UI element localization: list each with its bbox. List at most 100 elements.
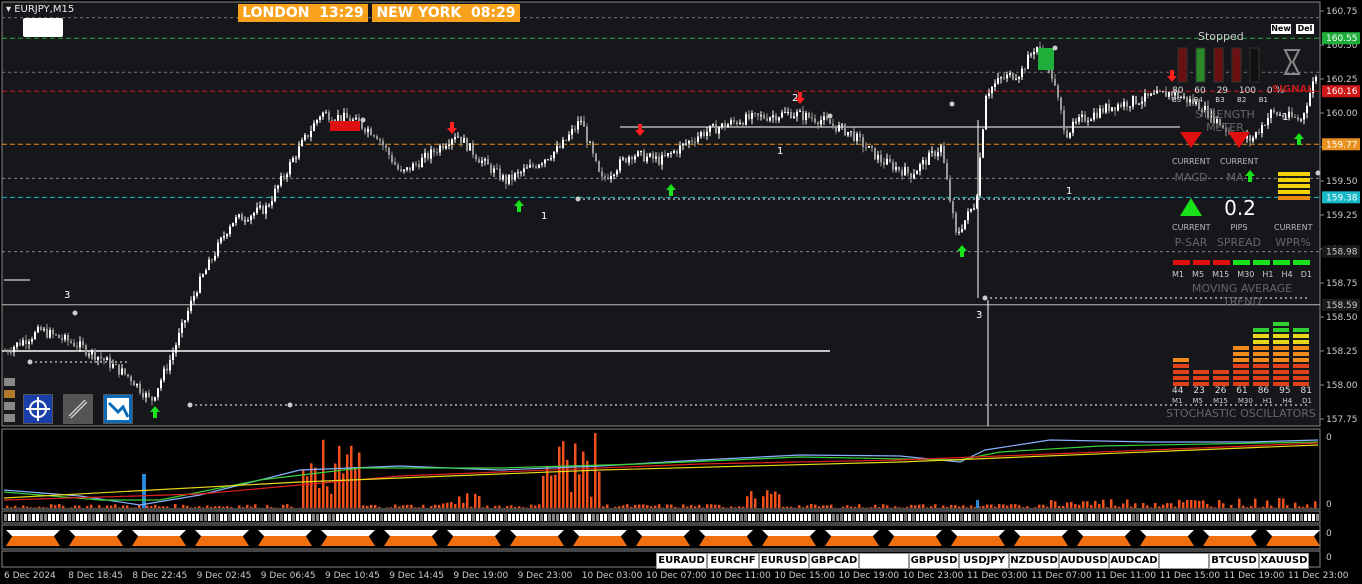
ma-trend-cell xyxy=(1293,260,1310,265)
strip-cell xyxy=(1276,514,1279,521)
volume-bar xyxy=(90,504,93,508)
strip-cell xyxy=(96,514,99,521)
strip-cell xyxy=(796,514,799,521)
candle-body xyxy=(40,327,42,331)
crosshair-icon[interactable] xyxy=(23,394,53,424)
candle-body xyxy=(112,364,114,368)
candle-body xyxy=(268,205,270,207)
volume-bar xyxy=(642,504,645,508)
volume-bar xyxy=(562,441,565,508)
color-swatch-3[interactable] xyxy=(4,402,15,410)
volume-bar xyxy=(1038,504,1041,508)
strip-cell xyxy=(1212,514,1215,521)
strength-bar xyxy=(1249,47,1260,83)
strip-cell xyxy=(884,514,887,521)
strip-cell xyxy=(228,514,231,521)
strip-cell xyxy=(636,514,639,521)
color-swatch-1[interactable] xyxy=(4,378,15,386)
chart-canvas[interactable]: 160.75160.50160.25160.00159.75159.50159.… xyxy=(0,0,1362,584)
del-button[interactable]: Del xyxy=(1296,24,1314,34)
candle-body xyxy=(85,345,87,355)
blank-button[interactable] xyxy=(23,18,63,37)
candle-body xyxy=(958,231,960,233)
volume-bar xyxy=(850,506,853,508)
candle-body xyxy=(367,128,369,133)
volume-bar xyxy=(1082,501,1085,508)
pair-button[interactable]: XAUUSD xyxy=(1259,553,1309,569)
volume-bar xyxy=(202,507,205,508)
candle-body xyxy=(745,114,747,125)
strip-cell xyxy=(1188,514,1191,521)
volume-bar xyxy=(926,507,929,508)
strip-cell xyxy=(1108,514,1111,521)
pair-button[interactable]: NZDUSD xyxy=(1009,553,1059,569)
pair-button[interactable]: AUDUSD xyxy=(1059,553,1109,569)
volume-bar xyxy=(58,504,61,508)
candle-body xyxy=(133,381,135,386)
pair-button[interactable]: GBPCAD xyxy=(809,553,859,569)
volume-bar xyxy=(1146,505,1149,508)
pair-button[interactable] xyxy=(1159,553,1209,569)
new-button[interactable]: New xyxy=(1271,24,1291,34)
candle-body xyxy=(466,138,468,151)
candle-body xyxy=(22,340,24,346)
pair-button[interactable]: USDJPY xyxy=(959,553,1009,569)
volume-bar xyxy=(190,507,193,508)
strip-cell xyxy=(952,514,955,521)
pair-button[interactable]: GBPUSD xyxy=(909,553,959,569)
volume-bar xyxy=(554,474,557,508)
candle-body xyxy=(781,112,783,118)
link-icon[interactable] xyxy=(63,394,93,424)
candle-body xyxy=(658,156,660,165)
pair-button[interactable]: EURAUD xyxy=(656,553,707,569)
volume-bar xyxy=(126,505,129,508)
strip-cell xyxy=(656,514,659,521)
candle-body xyxy=(1168,92,1170,97)
candle-body xyxy=(703,132,705,136)
wave-white xyxy=(132,530,186,536)
strip-cell xyxy=(16,514,19,521)
trend-icon[interactable] xyxy=(103,394,133,424)
symbol-text: EURJPY,M15 xyxy=(14,4,75,15)
volume-bar xyxy=(110,505,113,508)
volume-bar xyxy=(954,505,957,508)
color-swatch-2[interactable] xyxy=(4,390,15,398)
pair-button[interactable]: EURUSD xyxy=(759,553,809,569)
strip-cell xyxy=(1172,514,1175,521)
pair-button[interactable]: BTCUSD xyxy=(1209,553,1259,569)
candle-body xyxy=(607,177,609,180)
strip-cell xyxy=(236,514,239,521)
volume-bar xyxy=(442,503,445,508)
pair-button[interactable]: EURCHF xyxy=(707,553,759,569)
strip-cell xyxy=(116,514,119,521)
candle-body xyxy=(1102,108,1104,113)
candle-body xyxy=(1087,120,1089,122)
color-swatch-4[interactable] xyxy=(4,414,15,422)
stoch-bar xyxy=(1253,364,1269,368)
strip-cell xyxy=(436,514,439,521)
volume-bar xyxy=(1114,505,1117,508)
tf-label: H1 xyxy=(1262,270,1274,279)
stoch-bar xyxy=(1273,352,1289,356)
candle-body xyxy=(289,162,291,175)
strip-cell xyxy=(332,514,335,521)
volume-bar xyxy=(370,504,373,508)
candle-body xyxy=(370,128,372,136)
sub-axis-label: 0 xyxy=(1326,500,1332,510)
candle-body xyxy=(847,131,849,136)
volume-bar xyxy=(1062,505,1065,508)
candle-body xyxy=(109,357,111,368)
candle-body xyxy=(931,151,933,153)
strip-cell xyxy=(480,514,483,521)
strip-cell xyxy=(12,514,15,521)
candle-body xyxy=(1132,96,1134,107)
strip-cell xyxy=(876,514,879,521)
strip-cell xyxy=(764,514,767,521)
pair-button[interactable] xyxy=(859,553,909,569)
strip-cell xyxy=(180,514,183,521)
volume-bar xyxy=(306,476,309,508)
candle-body xyxy=(427,152,429,159)
strip-cell xyxy=(1020,514,1023,521)
volume-bar xyxy=(1022,507,1025,508)
pair-button[interactable]: AUDCAD xyxy=(1109,553,1159,569)
